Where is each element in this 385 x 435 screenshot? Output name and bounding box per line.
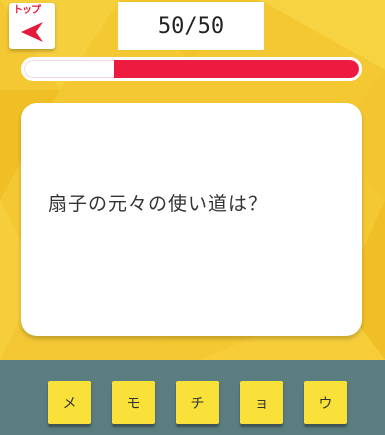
top-menu-button[interactable]: トップ (9, 3, 55, 49)
question-text: 扇子の元々の使い道は？ (48, 193, 269, 215)
question-counter: 50/50 (118, 2, 264, 50)
progress-fill (114, 60, 359, 78)
question-card: 扇子の元々の使い道は？ (21, 103, 362, 336)
answer-tile-4[interactable]: ョ (240, 381, 283, 424)
answer-tile-3[interactable]: チ (176, 381, 219, 424)
back-arrow-icon (21, 22, 43, 42)
counter-text: 50/50 (157, 13, 225, 39)
time-progress-bar (21, 57, 362, 81)
answer-tile-1[interactable]: メ (48, 381, 91, 424)
answer-tile-5[interactable]: ウ (304, 381, 347, 424)
top-button-label: トップ (13, 5, 41, 16)
answer-tile-2[interactable]: モ (112, 381, 155, 424)
